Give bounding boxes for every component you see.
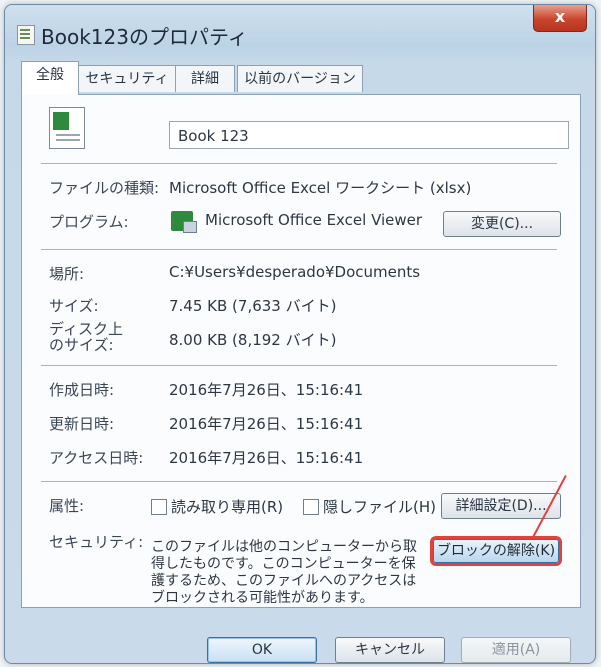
size-value: 7.45 KB (7,633 バイト): [169, 297, 337, 315]
excel-file-icon: [49, 107, 85, 149]
location-label: 場所:: [49, 265, 85, 283]
disk-size-label-line2: のサイズ:: [49, 336, 114, 354]
divider: [41, 163, 557, 164]
security-warning-text: このファイルは他のコンピューターから取得したものです。このコンピューターを保護す…: [151, 539, 417, 606]
tab-general[interactable]: 全般: [21, 61, 79, 95]
readonly-checkbox[interactable]: [151, 499, 167, 515]
divider: [41, 249, 557, 250]
modified-label: 更新日時:: [49, 415, 115, 433]
disk-size-value: 8.00 KB (8,192 バイト): [169, 331, 337, 349]
cancel-button[interactable]: キャンセル: [335, 637, 445, 663]
tab-previous-versions[interactable]: 以前のバージョン: [237, 65, 363, 92]
window-title: Book123のプロパティ: [41, 25, 248, 49]
disk-size-label-line1: ディスク上: [49, 320, 123, 338]
properties-dialog: Book123のプロパティ x 全般 セキュリティ 詳細 以前のバージョン Bo…: [4, 4, 596, 664]
accessed-label: アクセス日時:: [49, 449, 144, 467]
tab-security[interactable]: セキュリティ: [77, 65, 177, 92]
security-label: セキュリティ:: [49, 533, 144, 551]
unblock-button[interactable]: ブロックの解除(K): [433, 539, 559, 563]
file-name-field[interactable]: Book 123: [169, 121, 569, 149]
program-value: Microsoft Office Excel Viewer: [205, 211, 423, 229]
divider: [41, 365, 557, 366]
created-label: 作成日時:: [49, 381, 115, 399]
excel-viewer-icon: [171, 211, 197, 233]
divider: [41, 481, 557, 482]
disk-size-label: ディスク上 のサイズ:: [49, 321, 123, 353]
hidden-label[interactable]: 隠しファイル(H): [323, 496, 436, 517]
created-value: 2016年7月26日、15:16:41: [169, 381, 364, 399]
close-button[interactable]: x: [533, 5, 587, 32]
title-bar[interactable]: Book123のプロパティ x: [5, 5, 595, 49]
tab-details[interactable]: 詳細: [175, 65, 235, 92]
file-type-value: Microsoft Office Excel ワークシート (xlsx): [169, 179, 472, 197]
size-label: サイズ:: [49, 297, 99, 315]
apply-button[interactable]: 適用(A): [461, 637, 571, 663]
location-value: C:¥Users¥desperado¥Documents: [169, 263, 421, 281]
document-icon: [17, 25, 35, 45]
hidden-checkbox[interactable]: [303, 499, 319, 515]
file-type-label: ファイルの種類:: [49, 179, 160, 197]
ok-button[interactable]: OK: [207, 637, 317, 663]
change-program-button[interactable]: 変更(C)...: [443, 211, 561, 237]
accessed-value: 2016年7月26日、15:16:41: [169, 449, 364, 467]
program-label: プログラム:: [49, 213, 129, 231]
modified-value: 2016年7月26日、15:16:41: [169, 415, 364, 433]
readonly-label[interactable]: 読み取り専用(R): [171, 496, 283, 517]
attributes-label: 属性:: [49, 497, 85, 515]
